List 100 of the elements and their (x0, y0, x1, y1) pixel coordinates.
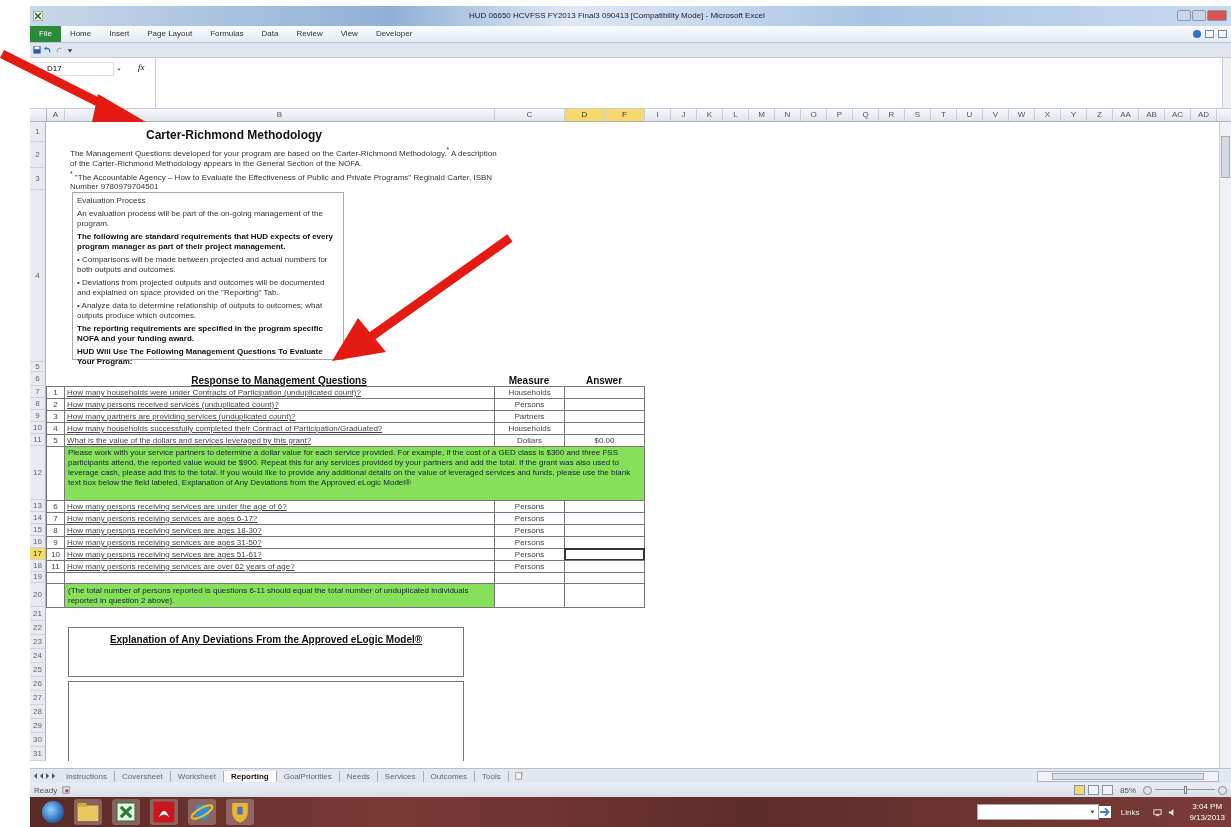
name-box[interactable]: D17 (32, 61, 114, 76)
ribbon-tab[interactable]: Insert (100, 29, 139, 39)
answer-cell[interactable] (564, 385, 645, 399)
ribbon-tab[interactable]: Data (252, 29, 288, 39)
column-header[interactable]: A (47, 108, 65, 121)
row-header[interactable]: 19 (30, 571, 46, 583)
sheet-tab[interactable]: Coversheet (114, 770, 171, 782)
intro-paragraph: The Management Questions developed for your program are based on the Carter-Richmond Methodology.$^{*}$ A description of the Carter-Richmond Methodology appears in the General Section of the NOFA. (69, 144, 498, 168)
folder-icon[interactable] (74, 799, 102, 826)
pdf-icon[interactable] (150, 799, 178, 826)
column-header[interactable]: P (827, 108, 853, 121)
ribbon-tab[interactable]: Page Layout (138, 29, 202, 39)
column-header[interactable]: T (931, 108, 957, 121)
note-cell: (The total number of persons reported is questions 6-11 should equal the total number of unduplicated individuals reported in question 2 above). (64, 582, 495, 608)
column-header[interactable]: AD (1191, 108, 1217, 121)
row-header[interactable]: 4 (30, 189, 46, 362)
sheet-tab[interactable]: GoalPriorities (276, 770, 340, 782)
spreadsheet-icon[interactable] (112, 799, 140, 826)
answer-cell[interactable] (564, 559, 645, 573)
horizontal-scroll-bar[interactable] (1037, 770, 1219, 782)
column-header[interactable]: Y (1061, 108, 1087, 121)
macro-record-icon[interactable] (62, 786, 71, 795)
sheet-tab[interactable]: Needs (339, 770, 378, 782)
table-cell: 1 (46, 385, 65, 399)
column-header[interactable]: M (749, 108, 775, 121)
column-header[interactable]: V (983, 108, 1009, 121)
text-paragraph: The reporting requirements are specified in the program specific NOFA and your funding award. (77, 324, 324, 344)
column-header[interactable]: AA (1113, 108, 1139, 121)
normal-view-button[interactable] (1074, 785, 1085, 796)
network-icon[interactable] (1153, 807, 1163, 817)
column-header[interactable]: J (671, 108, 697, 121)
ribbon-tab[interactable]: View (331, 29, 367, 39)
spreadsheet-icon (33, 10, 43, 21)
column-header[interactable]: O (801, 108, 827, 121)
text-box-title: Explanation of Any Deviations From the Approved eLogic Model® (109, 633, 423, 646)
column-header[interactable]: K (697, 108, 723, 121)
restore-window-icon[interactable] (1218, 29, 1227, 38)
row-header[interactable]: 3 (30, 167, 46, 190)
column-header[interactable]: AC (1165, 108, 1191, 121)
row-header[interactable]: 12 (30, 445, 46, 500)
column-header[interactable]: S (905, 108, 931, 121)
row-header[interactable]: 1 (30, 121, 46, 142)
page-layout-view-button[interactable] (1088, 785, 1099, 796)
scroll-bar[interactable] (1222, 57, 1231, 108)
undo-icon[interactable] (44, 45, 52, 54)
table-title: Response to Management Questions (190, 374, 368, 386)
page-break-view-button[interactable] (1102, 785, 1113, 796)
status-text: Ready (34, 785, 58, 795)
column-header[interactable]: I (645, 108, 671, 121)
caret-icon[interactable] (1088, 808, 1096, 816)
row-header[interactable]: 5 (30, 361, 46, 372)
slider-thumb[interactable] (1184, 786, 1187, 795)
address-field[interactable] (976, 804, 1099, 821)
column-header[interactable]: R (879, 108, 905, 121)
column-header[interactable]: Q (853, 108, 879, 121)
sheet-tab[interactable]: Outcomes (423, 770, 475, 782)
sheet-tab[interactable]: Tools (475, 770, 509, 782)
clock-time[interactable]: 3:04 PM (1192, 801, 1223, 813)
ribbon-tab[interactable]: Review (287, 29, 332, 39)
ribbon-tab[interactable]: Formulas (201, 29, 253, 39)
column-header[interactable]: Z (1087, 108, 1113, 121)
vertical-scroll-bar[interactable] (1219, 121, 1231, 769)
zoom-level[interactable]: 85% (1120, 785, 1136, 795)
start-button[interactable] (42, 801, 64, 824)
empty-cell[interactable] (564, 582, 645, 608)
sheet-tab[interactable]: Worksheet (170, 770, 224, 782)
row-header[interactable]: 20 (30, 582, 46, 607)
help-icon[interactable] (1193, 29, 1201, 38)
table-cell: How many households were under Contracts of Participation (unduplicated count)? (64, 385, 495, 399)
sheet-tab[interactable]: Reporting (223, 770, 277, 782)
zoom-slider[interactable] (1155, 786, 1215, 795)
new-sheet-icon[interactable] (514, 772, 523, 781)
row-header[interactable]: 2 (30, 141, 46, 168)
column-heading: Answer (584, 374, 624, 386)
column-header[interactable]: W (1009, 108, 1035, 121)
save-icon[interactable] (33, 45, 41, 54)
shield-icon[interactable] (226, 799, 254, 826)
column-header[interactable]: N (775, 108, 801, 121)
column-header[interactable]: L (723, 108, 749, 121)
column-header[interactable]: X (1035, 108, 1061, 121)
insert-function-button[interactable]: fx (138, 61, 145, 74)
footnote: $^{*}$ "The Accountable Agency – How to Evaluate the Effectiveness of Public and Private Programs" Reginald Carter, ISBN Number 9780979704501 (69, 168, 494, 190)
links-toolbar[interactable]: Links (1120, 807, 1140, 817)
clock-date[interactable]: 9/13/2013 (1189, 812, 1225, 824)
sheet-tab[interactable]: Instructions (59, 770, 115, 782)
text-paragraph: The following are standard requirements that HUD expects of every program manager as part of their project management. (77, 232, 335, 252)
close-button[interactable] (1207, 10, 1227, 22)
text-paragraph: • Comparisons will be made between projected and actual numbers for both outputs and outcomes. (77, 255, 329, 275)
caret-icon[interactable] (116, 65, 122, 72)
text-paragraph: HUD Will Use The Following Management Questions To Evaluate Your Program: (77, 347, 324, 367)
ribbon-tab[interactable]: Developer (366, 29, 422, 39)
sheet-tab[interactable]: Services (377, 770, 424, 782)
column-header[interactable]: U (957, 108, 983, 121)
text-paragraph: • Deviations from projected outputs and outcomes will be documented and explained on space provided on the "Reporting" Tab. (77, 278, 326, 298)
minimize-ribbon-icon[interactable] (1205, 29, 1214, 38)
column-header[interactable]: AB (1139, 108, 1165, 121)
window-title: HUD 06650 HCVFSS FY2013 Final3 090413 [Compatibility Mode] - Microsoft Excel (469, 11, 765, 21)
ribbon-tab[interactable]: Home (60, 29, 101, 39)
browser-icon[interactable] (188, 799, 216, 826)
answer-cell[interactable] (564, 547, 645, 561)
